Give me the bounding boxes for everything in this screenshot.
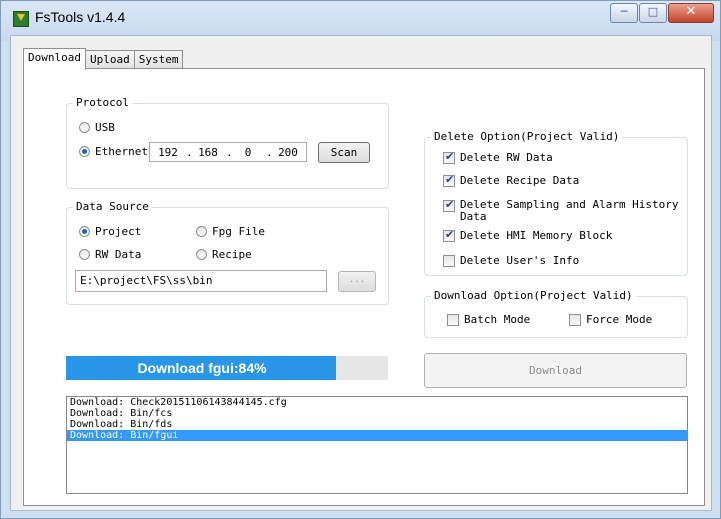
delete-sampling-history-checkbox[interactable]: Delete Sampling and Alarm History Data [443,198,683,223]
ethernet-label: Ethernet [95,145,148,158]
maximize-button[interactable]: □ [639,3,667,23]
download-option-legend: Download Option(Project Valid) [431,289,636,302]
project-label: Project [95,225,142,238]
radio-indicator [196,226,207,237]
log-line[interactable]: Download: Bin/fds [67,419,687,430]
browse-button[interactable]: ... [338,271,376,292]
radio-indicator [79,122,90,133]
app-icon [13,11,29,27]
force-mode-checkbox[interactable]: Force Mode [569,313,652,326]
ip-address-field[interactable]: 192 . 168 . 0 . 200 [149,142,307,162]
close-button[interactable]: ✕ [668,3,714,23]
window-title: FsTools v1.4.4 [35,9,126,25]
download-log-list[interactable]: Download: Check20151106143844145.cfg Dow… [66,396,688,494]
delete-recipe-data-label: Delete Recipe Data [460,174,580,187]
download-option-group: Download Option(Project Valid) Batch Mod… [424,289,688,338]
recipe-label: Recipe [212,248,252,261]
download-panel: Protocol USB Ethernet 192 . 168 . 0 . 20… [23,68,705,506]
tab-system[interactable]: System [133,50,184,69]
delete-hmi-memory-label: Delete HMI Memory Block [460,229,613,242]
client-area: Download Upload System Protocol USB Ethe… [10,35,712,511]
download-button[interactable]: Download [424,353,687,388]
app-window: FsTools v1.4.4 ─ □ ✕ Download Upload Sys… [0,0,721,519]
fpg-file-radio[interactable]: Fpg File [196,225,265,238]
radio-indicator [79,249,90,260]
checkbox-indicator [443,198,455,212]
rw-data-label: RW Data [95,248,142,261]
log-line-selected[interactable]: Download: Bin/fgui [67,430,687,441]
force-mode-label: Force Mode [586,313,653,326]
delete-user-info-checkbox[interactable]: Delete User's Info [443,254,579,267]
log-line[interactable]: Download: Bin/fcs [67,408,687,419]
checkbox-indicator [569,314,581,326]
delete-option-legend: Delete Option(Project Valid) [431,130,623,143]
scan-button[interactable]: Scan [318,142,370,163]
checkbox-indicator [443,173,455,187]
progress-text: Download fgui:84% [137,360,267,376]
ip-octet-3[interactable]: 0 [230,146,266,159]
window-controls: ─ □ ✕ [609,3,714,23]
ip-octet-2[interactable]: 168 [190,146,226,159]
close-icon: ✕ [685,4,697,19]
radio-indicator [79,146,90,157]
delete-hmi-memory-checkbox[interactable]: Delete HMI Memory Block [443,228,613,242]
usb-label: USB [95,121,115,134]
delete-rw-data-checkbox[interactable]: Delete RW Data [443,150,553,164]
usb-radio[interactable]: USB [79,121,115,134]
rw-data-radio[interactable]: RW Data [79,248,141,261]
tab-strip: Download Upload System [23,48,184,70]
delete-recipe-data-checkbox[interactable]: Delete Recipe Data [443,173,580,187]
ip-octet-1[interactable]: 192 [150,146,186,159]
tab-upload[interactable]: Upload [84,50,135,69]
log-line[interactable]: Download: Check20151106143844145.cfg [67,397,687,408]
batch-mode-label: Batch Mode [464,313,531,326]
minimize-button[interactable]: ─ [610,3,638,23]
protocol-legend: Protocol [73,96,132,109]
fpg-file-label: Fpg File [212,225,265,238]
data-source-legend: Data Source [73,200,152,213]
minimize-icon: ─ [620,5,628,18]
title-bar[interactable]: FsTools v1.4.4 ─ □ ✕ [1,1,720,35]
delete-rw-data-label: Delete RW Data [460,151,553,164]
checkbox-indicator [443,255,455,267]
project-path-input[interactable]: E:\project\FS\ss\bin [75,270,327,292]
radio-indicator [196,249,207,260]
ethernet-radio[interactable]: Ethernet [79,145,148,158]
protocol-group: Protocol USB Ethernet 192 . 168 . 0 . 20… [66,96,389,189]
radio-indicator [79,226,90,237]
checkbox-indicator [443,228,455,242]
data-source-group: Data Source Project Fpg File RW Data Rec… [66,200,389,305]
tab-download[interactable]: Download [23,48,86,70]
project-radio[interactable]: Project [79,225,141,238]
checkbox-indicator [443,150,455,164]
ip-octet-4[interactable]: 200 [270,146,306,159]
delete-user-info-label: Delete User's Info [460,254,580,267]
delete-option-group: Delete Option(Project Valid) Delete RW D… [424,130,688,276]
recipe-radio[interactable]: Recipe [196,248,252,261]
delete-sampling-history-label: Delete Sampling and Alarm History Data [460,198,679,223]
maximize-icon: □ [647,5,659,18]
checkbox-indicator [447,314,459,326]
download-progress-bar: Download fgui:84% [66,356,388,380]
batch-mode-checkbox[interactable]: Batch Mode [447,313,530,326]
